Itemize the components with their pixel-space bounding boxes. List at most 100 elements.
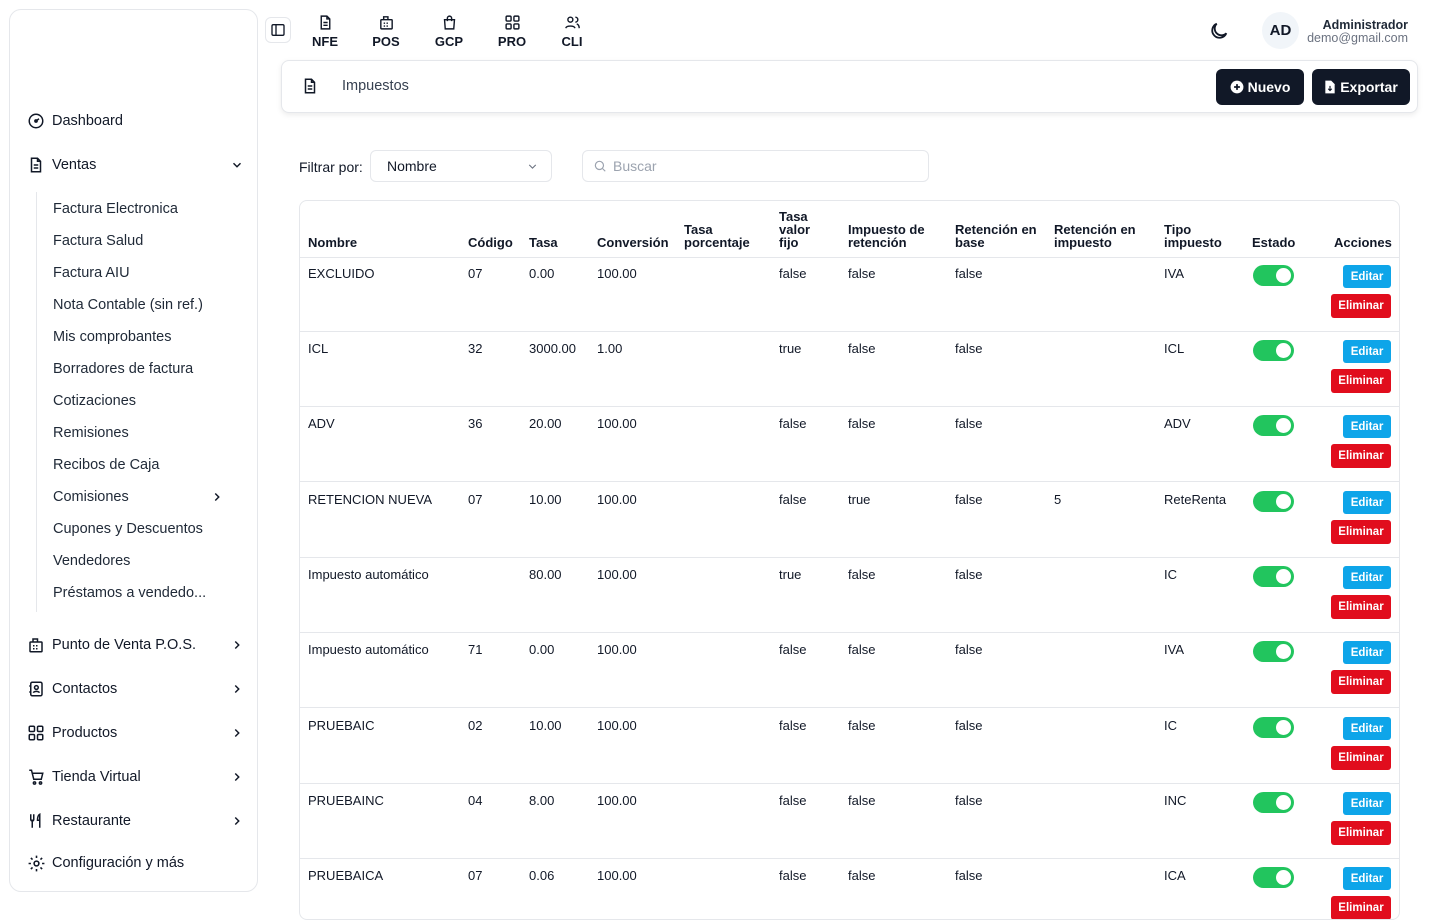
status-toggle[interactable] xyxy=(1253,566,1294,587)
avatar[interactable]: AD xyxy=(1262,12,1299,49)
sidebar-subitem-borradores[interactable]: Borradores de factura xyxy=(53,358,241,380)
sidebar-subitem-prestamos[interactable]: Préstamos a vendedo... xyxy=(53,582,241,604)
sidebar-subitem-factura-electronica[interactable]: Factura Electronica xyxy=(53,198,241,220)
sidebar-item-label: Punto de Venta P.O.S. xyxy=(52,637,197,653)
column-header-codigo[interactable]: Código xyxy=(468,236,513,249)
sidebar-subitem-factura-salud[interactable]: Factura Salud xyxy=(53,230,241,252)
top-link-nfe[interactable]: NFE xyxy=(303,12,347,49)
top-link-gcp[interactable]: GCP xyxy=(427,12,471,49)
cell-impuesto-retencion: false xyxy=(848,266,876,281)
sidebar-subitem-remisiones[interactable]: Remisiones xyxy=(53,422,241,444)
top-link-pro[interactable]: PRO xyxy=(490,12,534,49)
sidebar-subitem-label: Factura Electronica xyxy=(53,201,178,217)
sidebar-toggle-button[interactable] xyxy=(265,17,291,43)
edit-button[interactable]: Editar xyxy=(1343,265,1391,288)
edit-button[interactable]: Editar xyxy=(1343,491,1391,514)
edit-button[interactable]: Editar xyxy=(1343,566,1391,589)
column-header-nombre[interactable]: Nombre xyxy=(308,236,357,249)
top-link-cli[interactable]: CLI xyxy=(550,12,594,49)
page-header: Impuestos Nuevo Exportar xyxy=(281,60,1418,113)
new-button[interactable]: Nuevo xyxy=(1216,69,1304,105)
file-export-icon xyxy=(1324,80,1336,94)
delete-button[interactable]: Eliminar xyxy=(1331,520,1391,544)
sidebar-item-dashboard[interactable]: Dashboard xyxy=(26,107,245,135)
sidebar-subitem-factura-aiu[interactable]: Factura AIU xyxy=(53,262,241,284)
edit-button[interactable]: Editar xyxy=(1343,415,1391,438)
column-header-tasa[interactable]: Tasa xyxy=(529,236,558,249)
sidebar-subitem-mis-comprobantes[interactable]: Mis comprobantes xyxy=(53,326,241,348)
edit-button[interactable]: Editar xyxy=(1343,867,1391,890)
status-toggle[interactable] xyxy=(1253,717,1294,738)
cell-impuesto-retencion: false xyxy=(848,416,876,431)
sidebar-item-configuracion[interactable]: Configuración y más xyxy=(26,849,245,877)
edit-button[interactable]: Editar xyxy=(1343,792,1391,815)
cell-nombre: Impuesto automático xyxy=(308,642,429,657)
page-title: Impuestos xyxy=(342,78,409,94)
sidebar-item-ventas[interactable]: Ventas xyxy=(26,151,245,179)
gauge-icon xyxy=(26,111,46,131)
users-icon xyxy=(550,12,594,32)
delete-button[interactable]: Eliminar xyxy=(1331,369,1391,393)
utensils-icon xyxy=(26,811,46,831)
sidebar-subitem-label: Remisiones xyxy=(53,425,129,441)
cell-tasa: 0.00 xyxy=(529,642,555,657)
cell-tasa: 8.00 xyxy=(529,793,555,808)
sidebar-item-restaurante[interactable]: Restaurante xyxy=(26,807,245,835)
column-header-tasa-valor-fijo[interactable]: Tasa valor fijo xyxy=(779,210,821,249)
column-header-conversion[interactable]: Conversión xyxy=(597,236,669,249)
cell-conversion: 100.00 xyxy=(597,492,637,507)
delete-button[interactable]: Eliminar xyxy=(1331,670,1391,694)
sidebar-item-label: Dashboard xyxy=(52,113,123,129)
sidebar-item-productos[interactable]: Productos xyxy=(26,719,245,747)
delete-button[interactable]: Eliminar xyxy=(1331,595,1391,619)
column-header-retencion-base[interactable]: Retención en base xyxy=(955,223,1045,249)
column-header-retencion-impuesto[interactable]: Retención en impuesto xyxy=(1054,223,1146,249)
sidebar-subitem-vendedores[interactable]: Vendedores xyxy=(53,550,241,572)
delete-button[interactable]: Eliminar xyxy=(1331,444,1391,468)
filter-select[interactable]: Nombre xyxy=(370,150,552,182)
theme-toggle-button[interactable] xyxy=(1208,20,1230,42)
sidebar-subitem-recibos-caja[interactable]: Recibos de Caja xyxy=(53,454,241,476)
status-toggle[interactable] xyxy=(1253,792,1294,813)
register-icon xyxy=(364,12,408,32)
sidebar-subitem-cupones[interactable]: Cupones y Descuentos xyxy=(53,518,241,540)
table-row: ICL 32 3000.00 1.00 true false false ICL Editar E… xyxy=(300,332,1399,407)
top-link-pos[interactable]: POS xyxy=(364,12,408,49)
column-header-acciones: Acciones xyxy=(1334,235,1392,250)
toggle-knob xyxy=(1276,418,1291,433)
sidebar-item-tienda[interactable]: Tienda Virtual xyxy=(26,763,245,791)
edit-button[interactable]: Editar xyxy=(1343,641,1391,664)
status-toggle[interactable] xyxy=(1253,415,1294,436)
sidebar-item-pos[interactable]: Punto de Venta P.O.S. xyxy=(26,631,245,659)
status-toggle[interactable] xyxy=(1253,867,1294,888)
sidebar-subitem-nota-contable[interactable]: Nota Contable (sin ref.) xyxy=(53,294,241,316)
edit-button[interactable]: Editar xyxy=(1343,340,1391,363)
delete-button[interactable]: Eliminar xyxy=(1331,821,1391,845)
sidebar-subitem-comisiones[interactable]: Comisiones xyxy=(53,486,241,508)
status-toggle[interactable] xyxy=(1253,491,1294,512)
column-header-impuesto-retencion[interactable]: Impuesto de retención xyxy=(848,223,943,249)
cell-nombre: ADV xyxy=(308,416,335,431)
status-toggle[interactable] xyxy=(1253,340,1294,361)
sidebar-item-contactos[interactable]: Contactos xyxy=(26,675,245,703)
column-header-tipo-impuesto[interactable]: Tipo impuesto xyxy=(1164,223,1226,249)
delete-button[interactable]: Eliminar xyxy=(1331,746,1391,770)
search-input[interactable] xyxy=(613,158,913,174)
cell-retencion-base: false xyxy=(955,793,983,808)
sidebar-subitem-label: Préstamos a vendedo... xyxy=(53,585,207,601)
sidebar: Dashboard Ventas Factura Electronica Fac… xyxy=(9,9,258,892)
sidebar-subitem-label: Vendedores xyxy=(53,553,131,569)
column-header-estado[interactable]: Estado xyxy=(1252,236,1295,249)
edit-button[interactable]: Editar xyxy=(1343,717,1391,740)
status-toggle[interactable] xyxy=(1253,641,1294,662)
column-header-tasa-porcentaje[interactable]: Tasa porcentaje xyxy=(684,223,759,249)
sidebar-subitem-label: Cupones y Descuentos xyxy=(53,521,203,537)
grid-icon xyxy=(26,723,46,743)
sidebar-subitem-label: Borradores de factura xyxy=(53,361,194,377)
status-toggle[interactable] xyxy=(1253,265,1294,286)
cell-codigo: 36 xyxy=(468,416,483,431)
sidebar-subitem-cotizaciones[interactable]: Cotizaciones xyxy=(53,390,241,412)
delete-button[interactable]: Eliminar xyxy=(1331,294,1391,318)
export-button[interactable]: Exportar xyxy=(1312,69,1410,105)
cell-tasa-valor-fijo: false xyxy=(779,718,807,733)
